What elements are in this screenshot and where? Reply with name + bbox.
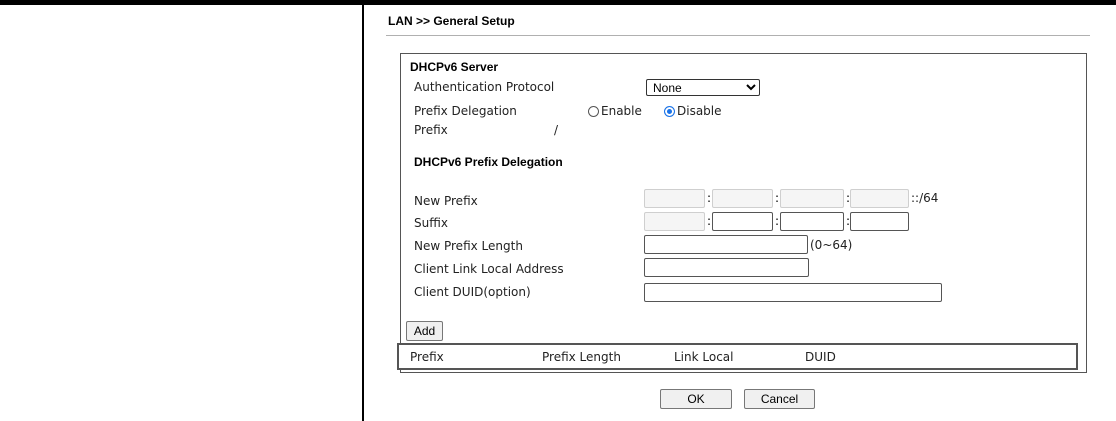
page-title: LAN >> General Setup (388, 14, 515, 28)
auth-protocol-select[interactable]: None (646, 79, 760, 96)
suffix-label: Suffix (414, 216, 448, 230)
column-header-prefix-length: Prefix Length (542, 350, 621, 364)
new-prefix-length-input[interactable] (644, 235, 808, 254)
ok-button[interactable]: OK (660, 389, 732, 409)
suffix-field-3[interactable] (780, 212, 844, 231)
client-duid-label: Client DUID(option) (414, 285, 531, 299)
new-prefix-length-hint: (0~64) (810, 238, 853, 252)
prefix-label: Prefix (414, 123, 448, 137)
new-prefix-colon-2: : (775, 191, 780, 205)
client-link-local-label: Client Link Local Address (414, 262, 564, 276)
prefix-delegation-disable-label: Disable (677, 104, 722, 118)
prefix-delegation-enable-radio[interactable] (588, 106, 599, 117)
new-prefix-label: New Prefix (414, 194, 478, 208)
new-prefix-field-1[interactable] (644, 189, 705, 208)
new-prefix-suffix-text: ::/64 (911, 191, 939, 205)
new-prefix-colon-1: : (707, 191, 712, 205)
prefix-delegation-heading: DHCPv6 Prefix Delegation (414, 155, 563, 169)
cancel-button[interactable]: Cancel (744, 389, 815, 409)
prefix-delegation-enable-label: Enable (601, 104, 642, 118)
title-divider (386, 35, 1090, 36)
suffix-field-2[interactable] (712, 212, 773, 231)
column-header-link-local: Link Local (674, 350, 734, 364)
prefix-value: / (554, 123, 559, 137)
prefix-delegation-label: Prefix Delegation (414, 104, 517, 118)
column-header-duid: DUID (805, 350, 836, 364)
auth-protocol-label: Authentication Protocol (414, 80, 555, 94)
client-duid-input[interactable] (644, 283, 942, 302)
add-button[interactable]: Add (406, 321, 443, 341)
new-prefix-field-4[interactable] (850, 189, 909, 208)
suffix-field-1[interactable] (644, 212, 705, 231)
client-link-local-input[interactable] (644, 258, 809, 277)
suffix-colon-1: : (707, 214, 712, 228)
left-divider (362, 5, 364, 421)
top-bar (0, 0, 1116, 5)
prefix-delegation-disable-radio[interactable] (664, 106, 675, 117)
delegation-list-table (397, 343, 1078, 370)
new-prefix-field-3[interactable] (780, 189, 844, 208)
new-prefix-length-label: New Prefix Length (414, 239, 523, 253)
suffix-colon-2: : (775, 214, 780, 228)
column-header-prefix: Prefix (410, 350, 444, 364)
suffix-field-4[interactable] (850, 212, 909, 231)
new-prefix-field-2[interactable] (712, 189, 773, 208)
dhcpv6-server-heading: DHCPv6 Server (410, 60, 499, 74)
